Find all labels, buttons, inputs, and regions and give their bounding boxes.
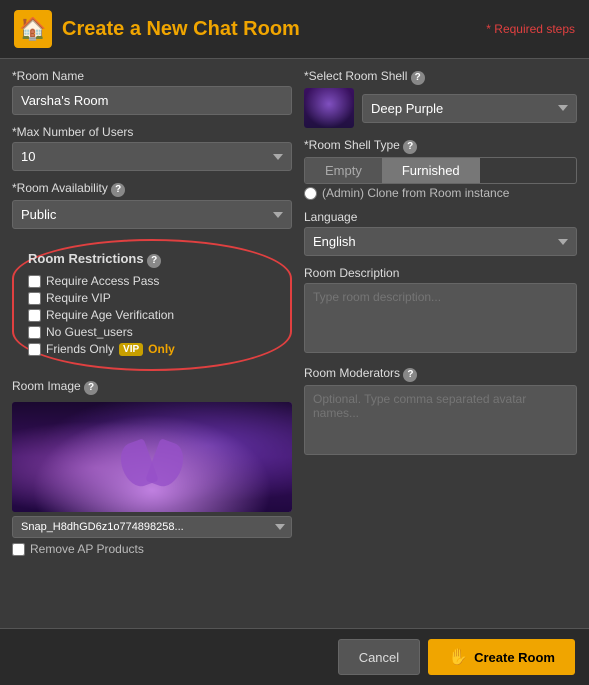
restrictions-title: Room Restrictions ? (28, 251, 276, 268)
shell-thumb-bg (304, 88, 354, 128)
remove-ap-label: Remove AP Products (30, 542, 144, 556)
remove-ap-row: Remove AP Products (12, 542, 292, 556)
create-room-icon: ✋ (448, 647, 468, 667)
select-room-shell-help-icon[interactable]: ? (411, 71, 425, 85)
room-image-help-icon[interactable]: ? (84, 381, 98, 395)
language-select[interactable]: English Spanish French German (304, 227, 577, 256)
room-description-textarea[interactable] (304, 283, 577, 353)
room-availability-select[interactable]: Public Private Hidden (12, 200, 292, 229)
dialog-title: Create a New Chat Room (62, 18, 300, 41)
right-column: *Select Room Shell ? Deep Purple Classic… (304, 69, 577, 618)
shell-type-toggle: Empty Furnished (304, 157, 577, 184)
room-description-label: Room Description (304, 266, 577, 280)
room-moderators-help-icon[interactable]: ? (403, 368, 417, 382)
butterfly-decoration (112, 442, 192, 502)
room-shell-type-section: *Room Shell Type ? Empty Furnished (Admi… (304, 138, 577, 200)
access-pass-label: Require Access Pass (46, 274, 159, 288)
dialog-footer: Cancel ✋ Create Room (0, 628, 589, 685)
age-verify-checkbox[interactable] (28, 309, 41, 322)
image-preview-background (12, 402, 292, 512)
room-moderators-textarea[interactable] (304, 385, 577, 455)
room-name-label: *Room Name (12, 69, 292, 83)
language-label: Language (304, 210, 577, 224)
house-icon: 🏠 (14, 10, 52, 48)
room-shell-select[interactable]: Deep Purple Classic Modern (362, 94, 577, 123)
select-room-shell-section: *Select Room Shell ? Deep Purple Classic… (304, 69, 577, 128)
shell-thumbnail (304, 88, 354, 128)
clone-radio[interactable] (304, 187, 317, 200)
dialog-content: *Room Name *Max Number of Users 10 20 50… (0, 59, 589, 628)
no-guest-checkbox[interactable] (28, 326, 41, 339)
empty-type-button[interactable]: Empty (305, 158, 382, 183)
create-room-label: Create Room (474, 650, 555, 665)
room-description-section: Room Description (304, 266, 577, 356)
furnished-type-button[interactable]: Furnished (382, 158, 480, 183)
room-availability-label: *Room Availability ? (12, 181, 292, 197)
age-verify-label: Require Age Verification (46, 308, 174, 322)
restriction-age-verify: Require Age Verification (28, 308, 276, 322)
left-column: *Room Name *Max Number of Users 10 20 50… (12, 69, 292, 618)
room-image-label: Room Image ? (12, 379, 292, 395)
clone-row: (Admin) Clone from Room instance (304, 186, 577, 200)
max-users-label: *Max Number of Users (12, 125, 292, 139)
language-section: Language English Spanish French German (304, 210, 577, 256)
restrictions-help-icon[interactable]: ? (147, 254, 161, 268)
room-image-section: Room Image ? Snap_H8dhGD6z1o774898258...… (12, 379, 292, 618)
room-shell-type-help-icon[interactable]: ? (403, 140, 417, 154)
max-users-section: *Max Number of Users 10 20 50 (12, 125, 292, 171)
clone-label: (Admin) Clone from Room instance (322, 186, 509, 200)
room-moderators-section: Room Moderators ? (304, 366, 577, 458)
room-availability-help-icon[interactable]: ? (111, 183, 125, 197)
room-availability-section: *Room Availability ? Public Private Hidd… (12, 181, 292, 229)
only-text: Only (148, 342, 175, 356)
room-name-input[interactable] (12, 86, 292, 115)
image-filename-row: Snap_H8dhGD6z1o774898258... (12, 516, 292, 538)
room-restrictions-section: Room Restrictions ? Require Access Pass … (12, 239, 292, 371)
create-room-button[interactable]: ✋ Create Room (428, 639, 575, 675)
create-room-dialog: 🏠 Create a New Chat Room * Required step… (0, 0, 589, 685)
restriction-access-pass: Require Access Pass (28, 274, 276, 288)
friends-only-checkbox[interactable] (28, 343, 41, 356)
vip-label: Require VIP (46, 291, 111, 305)
remove-ap-checkbox[interactable] (12, 543, 25, 556)
restriction-no-guest: No Guest_users (28, 325, 276, 339)
select-room-shell-label: *Select Room Shell ? (304, 69, 577, 85)
no-guest-label: No Guest_users (46, 325, 133, 339)
room-moderators-label: Room Moderators ? (304, 366, 577, 382)
friends-only-label: Friends Only (46, 342, 114, 356)
room-image-preview (12, 402, 292, 512)
vip-badge: VIP (119, 343, 143, 356)
shell-row: Deep Purple Classic Modern (304, 88, 577, 128)
required-note: * Required steps (486, 22, 575, 36)
access-pass-checkbox[interactable] (28, 275, 41, 288)
vip-checkbox[interactable] (28, 292, 41, 305)
image-filename-select[interactable]: Snap_H8dhGD6z1o774898258... (12, 516, 292, 538)
room-shell-type-label: *Room Shell Type ? (304, 138, 577, 154)
max-users-select[interactable]: 10 20 50 (12, 142, 292, 171)
title-bar: 🏠 Create a New Chat Room * Required step… (0, 0, 589, 59)
restriction-vip: Require VIP (28, 291, 276, 305)
cancel-button[interactable]: Cancel (338, 639, 420, 675)
restriction-friends-only: Friends Only VIP Only (28, 342, 276, 356)
room-name-section: *Room Name (12, 69, 292, 115)
